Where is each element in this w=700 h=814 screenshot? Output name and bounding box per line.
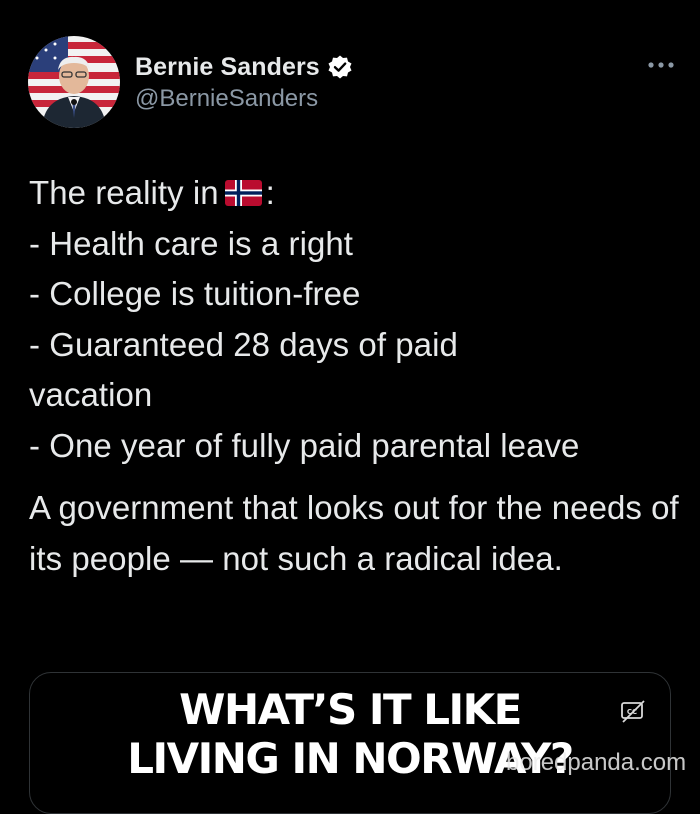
- tweet-text: The reality in : - Health care is a righ…: [29, 168, 679, 584]
- tweet-line: - Health care is a right: [29, 224, 353, 262]
- more-options-icon[interactable]: [644, 58, 678, 72]
- watermark: boredpanda.com: [506, 749, 687, 776]
- tweet-line: - One year of fully paid parental leave: [29, 426, 580, 464]
- closed-captions-icon[interactable]: CC: [620, 700, 646, 724]
- author-info[interactable]: Bernie Sanders @BernieSanders: [135, 50, 353, 113]
- verified-badge-icon: [327, 54, 353, 80]
- media-card[interactable]: WHAT’S IT LIKE LIVING IN NORWAY? CC: [29, 672, 671, 814]
- avatar[interactable]: [28, 36, 120, 128]
- tweet-header: Bernie Sanders @BernieSanders: [28, 36, 678, 130]
- norway-flag-icon: [224, 170, 262, 206]
- tweet-line-intro: The reality in :: [29, 168, 679, 219]
- tweet-intro-colon: :: [265, 174, 275, 211]
- tweet-line: vacation: [29, 376, 153, 413]
- tweet-paragraph: A government that looks out for the need…: [29, 489, 688, 577]
- profile-photo-icon: [28, 36, 120, 128]
- tweet-line: - Guaranteed 28 days of paid: [29, 325, 458, 363]
- tweet-line: - College is tuition-free: [29, 275, 361, 312]
- tweet-intro-text: The reality in: [29, 174, 219, 211]
- author-handle[interactable]: @BernieSanders: [135, 85, 353, 113]
- media-card-title-line: WHAT’S IT LIKE: [179, 685, 522, 734]
- author-display-name[interactable]: Bernie Sanders: [135, 53, 320, 82]
